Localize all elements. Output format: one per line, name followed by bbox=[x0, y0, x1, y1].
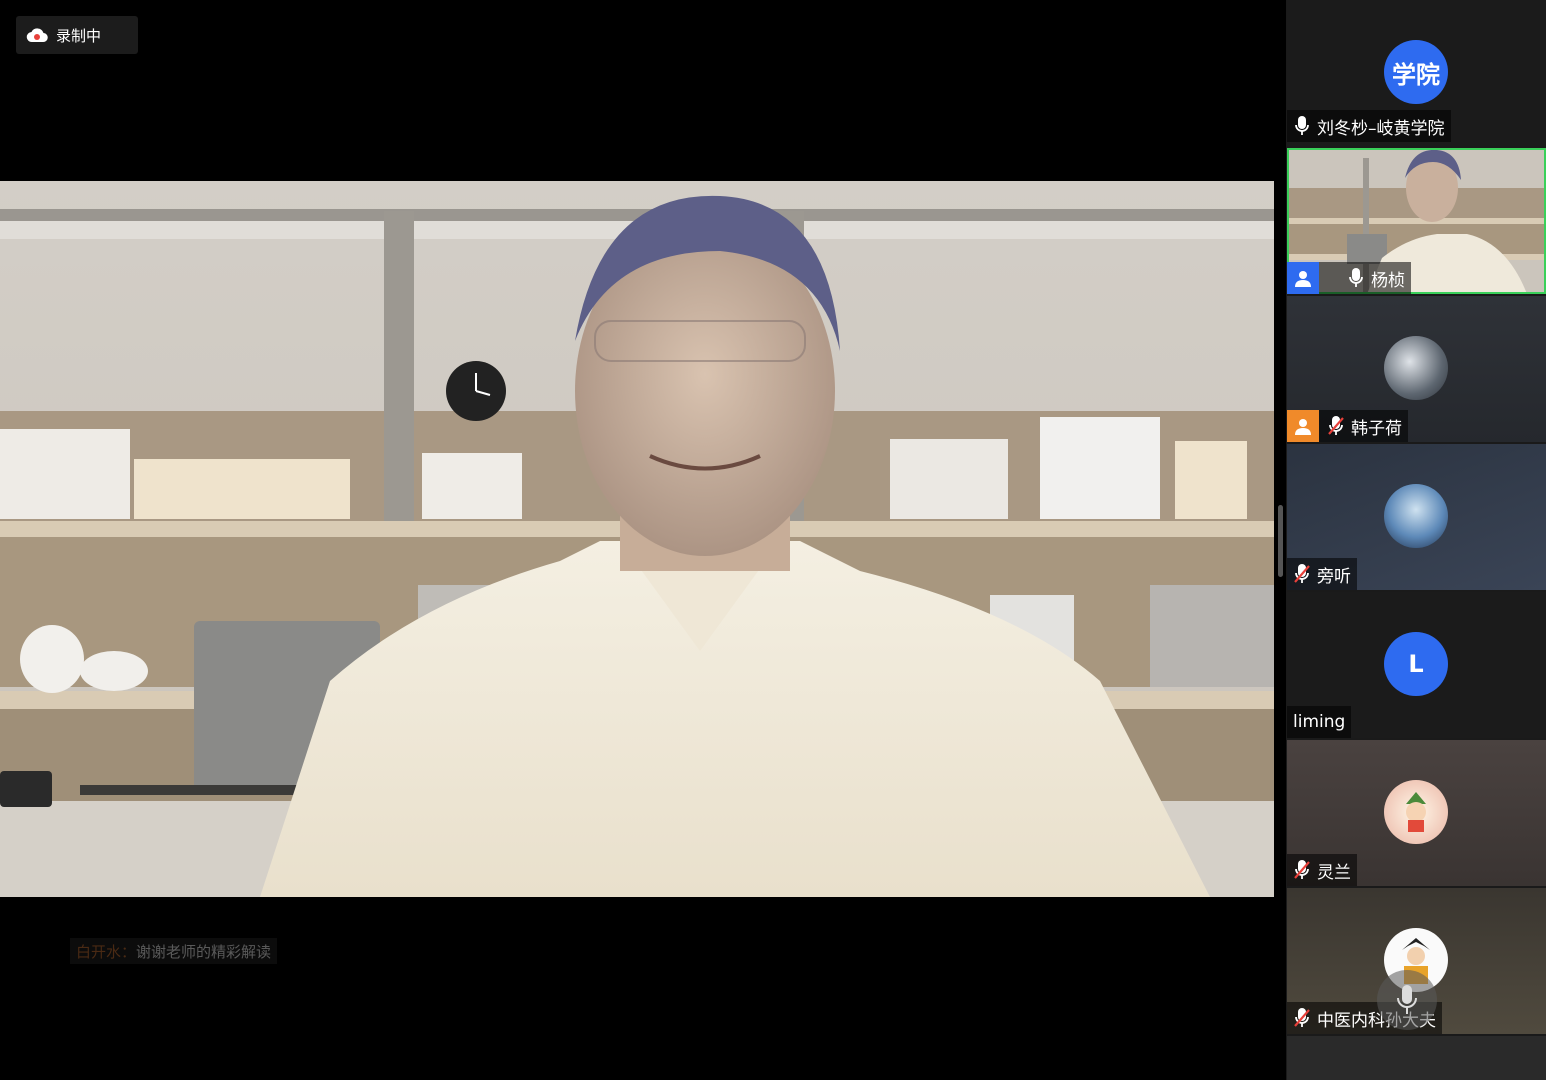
microphone-icon bbox=[1397, 985, 1417, 1014]
host-user-icon bbox=[1287, 262, 1319, 294]
participant-nameplate: liming bbox=[1287, 706, 1352, 738]
participant-name: 刘冬杪–岐黄学院 bbox=[1317, 118, 1445, 139]
avatar: 学院 bbox=[1384, 40, 1448, 104]
floating-mic-button[interactable] bbox=[1377, 970, 1437, 1030]
participant-name: 杨桢 bbox=[1371, 270, 1405, 291]
participant-name: 旁听 bbox=[1317, 566, 1351, 587]
avatar-image bbox=[1384, 484, 1448, 548]
host-user-icon bbox=[1287, 410, 1319, 442]
mic-muted-icon bbox=[1291, 1007, 1313, 1029]
participant-nameplate: 旁听 bbox=[1287, 558, 1357, 590]
avatar: L bbox=[1384, 632, 1448, 696]
main-speaker-video[interactable] bbox=[0, 181, 1274, 897]
participant-nameplate: 灵兰 bbox=[1287, 854, 1357, 886]
mic-muted-icon bbox=[1291, 563, 1313, 585]
participant-tile[interactable] bbox=[1287, 1036, 1546, 1080]
cloud-record-icon bbox=[26, 28, 48, 43]
participant-tile[interactable]: 灵兰 bbox=[1287, 740, 1546, 886]
recording-label: 录制中 bbox=[56, 26, 102, 45]
avatar-image bbox=[1384, 336, 1448, 400]
participant-nameplate: 杨桢 bbox=[1287, 262, 1411, 294]
speaker-video-frame bbox=[0, 181, 1274, 897]
participant-nameplate: 刘冬杪–岐黄学院 bbox=[1287, 110, 1451, 142]
meeting-stage: 录制中 白开水： 谢谢老师的精彩解读 bbox=[0, 0, 1286, 1080]
video-scrollbar[interactable] bbox=[1278, 505, 1283, 577]
recording-indicator[interactable]: 录制中 bbox=[16, 16, 138, 54]
participant-nameplate: 韩子荷 bbox=[1287, 410, 1408, 442]
mic-muted-icon bbox=[1291, 859, 1313, 881]
participant-name: 韩子荷 bbox=[1351, 418, 1402, 439]
mic-on-icon bbox=[1345, 267, 1367, 289]
mic-on-icon bbox=[1291, 115, 1313, 137]
mic-muted-icon bbox=[1325, 415, 1347, 437]
participant-name: liming bbox=[1293, 712, 1346, 732]
participant-gallery: 学院 刘冬杪–岐黄学院 杨桢 韩子荷 旁听 L liming 灵兰 中医内科孙大… bbox=[1286, 0, 1546, 1080]
participant-tile[interactable]: 旁听 bbox=[1287, 444, 1546, 590]
chat-message-bubble: 白开水： 谢谢老师的精彩解读 bbox=[70, 938, 278, 964]
participant-tile-active[interactable]: 杨桢 bbox=[1287, 148, 1546, 294]
chat-sender: 白开水： bbox=[76, 942, 137, 961]
chat-text: 谢谢老师的精彩解读 bbox=[136, 942, 272, 961]
participant-name: 灵兰 bbox=[1317, 862, 1351, 883]
participant-tile[interactable]: L liming bbox=[1287, 592, 1546, 738]
participant-tile[interactable]: 韩子荷 bbox=[1287, 296, 1546, 442]
participant-tile[interactable]: 学院 刘冬杪–岐黄学院 bbox=[1287, 0, 1546, 146]
avatar-image bbox=[1384, 780, 1448, 844]
